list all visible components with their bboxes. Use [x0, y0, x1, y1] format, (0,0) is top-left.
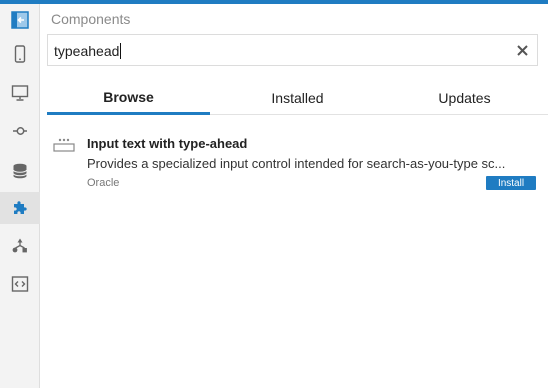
- close-icon: [516, 44, 528, 56]
- clear-search-button[interactable]: [515, 43, 529, 57]
- tab-installed[interactable]: Installed: [214, 82, 381, 114]
- hierarchy-icon: [12, 238, 27, 253]
- tab-updates[interactable]: Updates: [381, 82, 548, 114]
- sidebar-item-desktop[interactable]: [0, 77, 40, 109]
- sidebar-item-database[interactable]: [0, 155, 40, 187]
- git-commit-icon: [13, 127, 27, 135]
- search-input[interactable]: typeahead: [47, 34, 538, 66]
- components-panel: Components typeahead Browse Installed Up…: [41, 4, 548, 388]
- tab-bar: Browse Installed Updates: [47, 82, 548, 115]
- mobile-device-icon: [14, 45, 26, 63]
- collapse-panel-button[interactable]: [0, 4, 40, 36]
- component-vendor: Oracle: [87, 177, 120, 189]
- sidebar-item-hierarchy[interactable]: [0, 230, 40, 262]
- component-name: Input text with type-ahead: [87, 136, 248, 151]
- sidebar-item-mobile[interactable]: [0, 38, 40, 70]
- install-button[interactable]: Install: [486, 176, 536, 190]
- panel-title: Components: [51, 11, 131, 27]
- puzzle-piece-icon: [14, 201, 27, 214]
- tab-browse[interactable]: Browse: [47, 82, 210, 115]
- input-text-icon: [53, 138, 75, 157]
- list-item[interactable]: Input text with type-ahead Provides a sp…: [47, 130, 542, 196]
- sidebar-item-components[interactable]: [0, 192, 40, 224]
- activity-sidebar: [0, 4, 40, 388]
- text-caret: [120, 43, 122, 59]
- sidebar-item-code[interactable]: [0, 268, 40, 300]
- component-description: Provides a specialized input control int…: [87, 156, 506, 171]
- collapse-panel-icon: [11, 11, 29, 29]
- search-input-value: typeahead: [54, 43, 120, 59]
- database-icon: [13, 163, 27, 179]
- code-tag-icon: [11, 276, 29, 292]
- desktop-monitor-icon: [11, 85, 29, 101]
- sidebar-item-git[interactable]: [0, 115, 40, 147]
